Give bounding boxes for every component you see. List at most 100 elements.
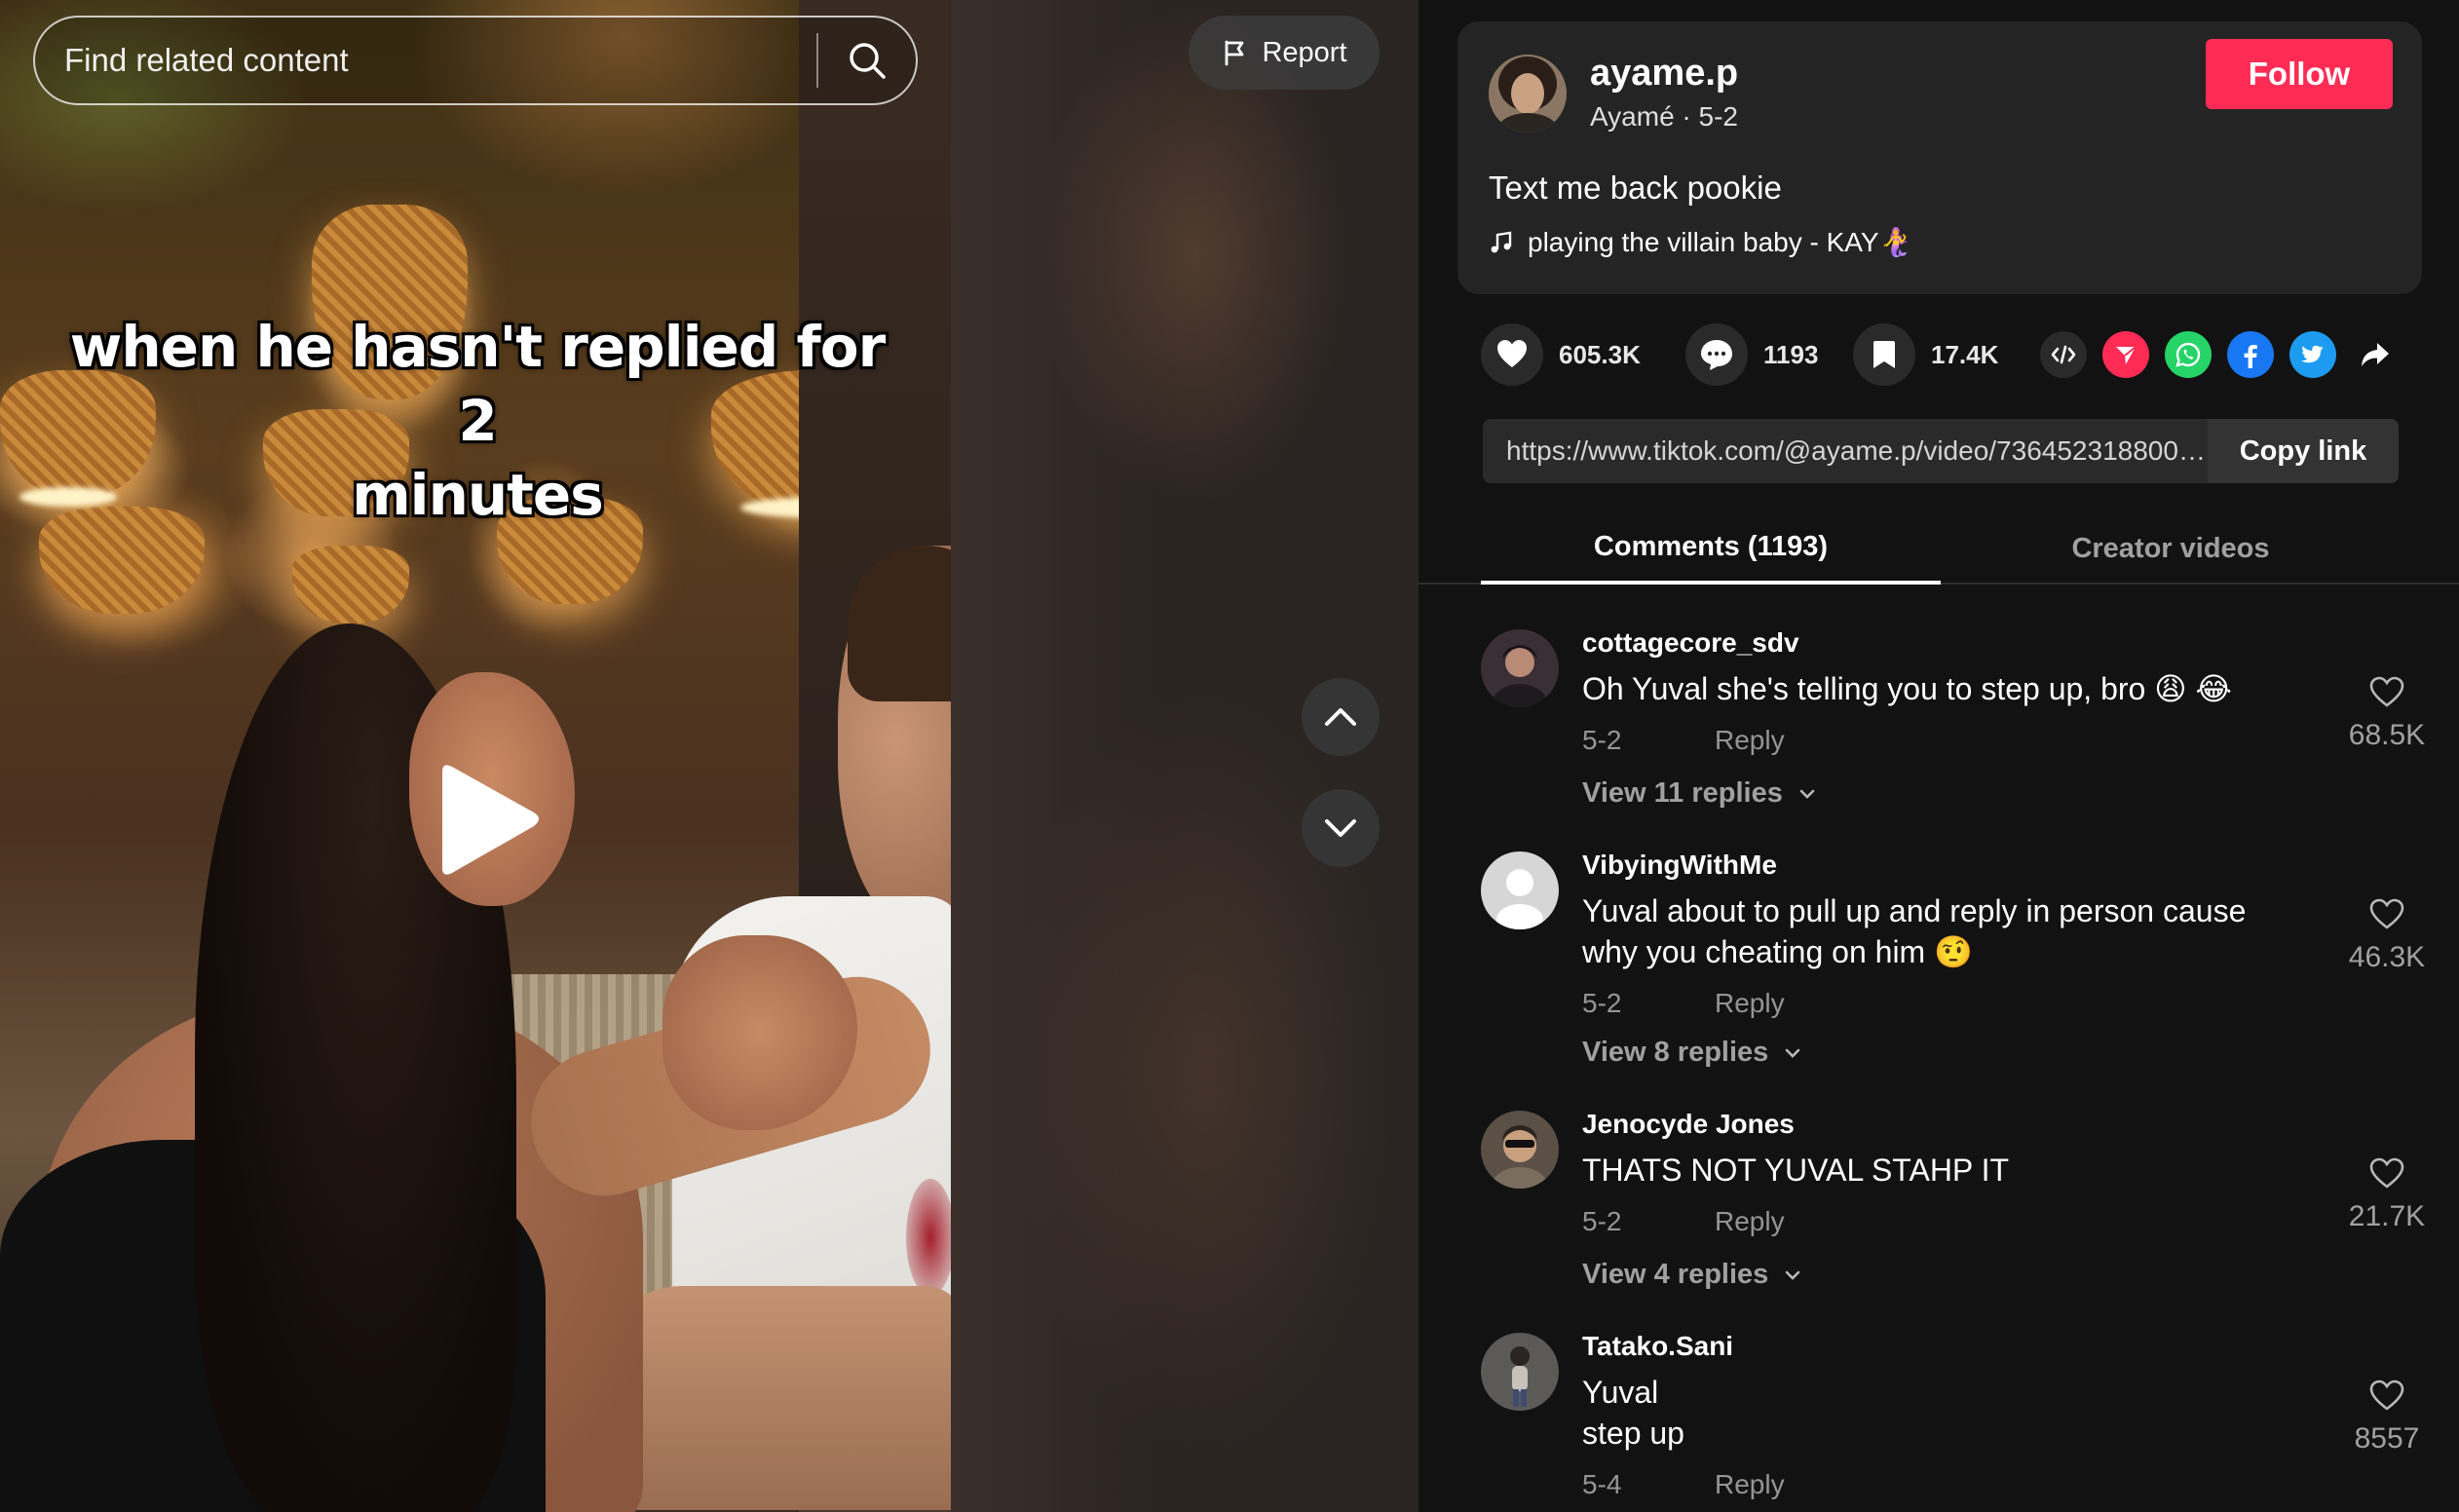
- facebook-icon[interactable]: [2227, 331, 2274, 378]
- heart-outline-icon: [2369, 1157, 2404, 1189]
- commenter-avatar[interactable]: [1481, 1111, 1559, 1189]
- comment-meta: 5-2 Reply: [1582, 988, 1785, 1019]
- view-replies-button[interactable]: View 8 replies: [1582, 1037, 1803, 1069]
- comment-text-line: THATS NOT YUVAL STAHP IT: [1582, 1153, 2010, 1188]
- chevron-down-icon: [1325, 819, 1356, 837]
- comment-button[interactable]: 1193: [1685, 323, 1818, 386]
- reply-button[interactable]: Reply: [1715, 988, 1785, 1019]
- chevron-down-icon: [1786, 1270, 1800, 1280]
- comment-like-button[interactable]: 21.7K: [2338, 1155, 2436, 1233]
- copy-link-button[interactable]: Copy link: [2208, 419, 2399, 483]
- save-circle: [1853, 323, 1915, 386]
- creator-display-name: Ayamé: [1590, 101, 1675, 132]
- commenter-username[interactable]: Tatako.Sani: [1582, 1331, 1733, 1362]
- separator-dot: ·: [1682, 101, 1699, 132]
- comment-like-button[interactable]: 46.3K: [2338, 896, 2436, 974]
- send-to-friends-icon[interactable]: [2102, 331, 2149, 378]
- reply-button[interactable]: Reply: [1715, 1206, 1785, 1237]
- view-replies-button[interactable]: View 4 replies: [1582, 1259, 1803, 1291]
- twitter-icon[interactable]: [2289, 331, 2336, 378]
- video-player[interactable]: when he hasn't replied for 2 minutes: [0, 0, 951, 1512]
- bookmark-icon: [1873, 341, 1895, 368]
- follow-button[interactable]: Follow: [2206, 39, 2393, 109]
- commenter-username[interactable]: Jenocyde Jones: [1582, 1109, 1795, 1140]
- commenter-avatar[interactable]: [1481, 851, 1559, 929]
- save-count: 17.4K: [1931, 339, 1999, 369]
- creator-username[interactable]: ayame.p: [1590, 53, 1738, 94]
- reply-button[interactable]: Reply: [1715, 725, 1785, 756]
- report-button[interactable]: Report: [1189, 16, 1380, 90]
- chevron-up-icon: [1325, 708, 1356, 726]
- commenter-username[interactable]: VibyingWithMe: [1582, 850, 1777, 881]
- search-box: [33, 16, 918, 105]
- save-button[interactable]: 17.4K: [1853, 323, 1998, 386]
- comment-like-button[interactable]: 8557: [2338, 1378, 2436, 1455]
- music-note-icon: [1491, 231, 1512, 252]
- comment-text: Oh Yuval she's telling you to step up, b…: [1582, 668, 2284, 709]
- post-date: 5-2: [1698, 101, 1738, 132]
- whatsapp-icon[interactable]: [2165, 331, 2212, 378]
- comment-date: 5-2: [1582, 988, 1622, 1018]
- man-arm: [594, 1286, 951, 1510]
- details-panel: ayame.p Ayamé · 5-2 Follow Text me back …: [1419, 0, 2459, 1512]
- comment-text: Yuval about to pull up and reply in pers…: [1582, 890, 2284, 972]
- comment-date: 5-2: [1582, 1206, 1622, 1236]
- view-replies-label: View 11 replies: [1582, 777, 1783, 809]
- music-link[interactable]: playing the villain baby - KAY🧜‍♀️: [1489, 226, 1912, 258]
- music-title: playing the villain baby - KAY🧜‍♀️: [1528, 227, 1913, 257]
- heart-outline-icon: [2369, 1380, 2404, 1411]
- video-caption: Text me back pookie: [1489, 170, 1782, 206]
- report-label: Report: [1262, 36, 1347, 68]
- comment-text: Yuval step up: [1582, 1372, 2284, 1454]
- comment-meta: 5-2 Reply: [1582, 725, 1785, 756]
- comment-item: VibyingWithMe Yuval about to pull up and…: [1481, 850, 2436, 1076]
- comment-like-count: 68.5K: [2348, 719, 2426, 751]
- creator-avatar[interactable]: [1489, 55, 1567, 132]
- commenter-avatar[interactable]: [1481, 1333, 1559, 1411]
- commenter-avatar[interactable]: [1481, 629, 1559, 707]
- comment-text-line: Yuval: [1582, 1375, 1659, 1410]
- view-replies-label: View 4 replies: [1582, 1259, 1769, 1290]
- comment-text-line: Yuval about to pull up and reply in pers…: [1582, 893, 2247, 928]
- flag-icon: [1226, 40, 1244, 66]
- view-replies-button[interactable]: View 11 replies: [1582, 777, 1818, 810]
- comment-count: 1193: [1763, 339, 1819, 369]
- comment-item: Tatako.Sani Yuval step up 5-4 Reply 8557: [1481, 1331, 2436, 1512]
- view-replies-label: View 8 replies: [1582, 1037, 1769, 1068]
- heart-outline-icon: [2369, 676, 2404, 707]
- like-circle: [1481, 323, 1543, 386]
- video-overlay-caption: when he hasn't replied for 2 minutes: [58, 310, 896, 532]
- overlay-caption-line: when he hasn't replied for 2: [69, 314, 886, 454]
- previous-video-button[interactable]: [1302, 678, 1380, 756]
- next-video-button[interactable]: [1302, 789, 1380, 867]
- heart-outline-icon: [2369, 898, 2404, 929]
- blurred-background: [951, 0, 1419, 1512]
- comment-icon: [1701, 340, 1732, 370]
- reply-button[interactable]: Reply: [1715, 1469, 1785, 1500]
- tab-comments[interactable]: Comments (1193): [1481, 512, 1941, 585]
- heart-icon: [1497, 340, 1527, 367]
- play-icon[interactable]: [425, 758, 551, 885]
- comment-like-count: 8557: [2354, 1422, 2420, 1455]
- commenter-username[interactable]: cottagecore_sdv: [1582, 627, 1799, 659]
- shirt-stain: [906, 1179, 951, 1296]
- comment-date: 5-4: [1582, 1469, 1622, 1499]
- pendant-lamp: [292, 546, 409, 624]
- video-url[interactable]: https://www.tiktok.com/@ayame.p/video/73…: [1483, 435, 2208, 467]
- embed-icon[interactable]: [2040, 331, 2087, 378]
- comment-item: cottagecore_sdv Oh Yuval she's telling y…: [1481, 627, 2436, 824]
- panel-tabs: Comments (1193) Creator videos: [1419, 512, 2459, 585]
- comment-text-line: step up: [1582, 1416, 1684, 1451]
- share-arrow-icon[interactable]: [2352, 331, 2399, 378]
- overlay-caption-line: minutes: [352, 462, 603, 528]
- comment-date: 5-2: [1582, 725, 1622, 755]
- comment-like-button[interactable]: 68.5K: [2338, 674, 2436, 752]
- creator-subline: Ayamé · 5-2: [1590, 101, 1738, 132]
- tab-creator-videos[interactable]: Creator videos: [1941, 512, 2401, 585]
- search-input[interactable]: [35, 18, 816, 103]
- comment-meta: 5-2 Reply: [1582, 1206, 1785, 1237]
- comment-text-line: Oh Yuval she's telling you to step up, b…: [1582, 671, 2232, 706]
- like-button[interactable]: 605.3K: [1481, 323, 1641, 386]
- comment-like-count: 21.7K: [2348, 1200, 2426, 1232]
- search-button[interactable]: [818, 18, 916, 103]
